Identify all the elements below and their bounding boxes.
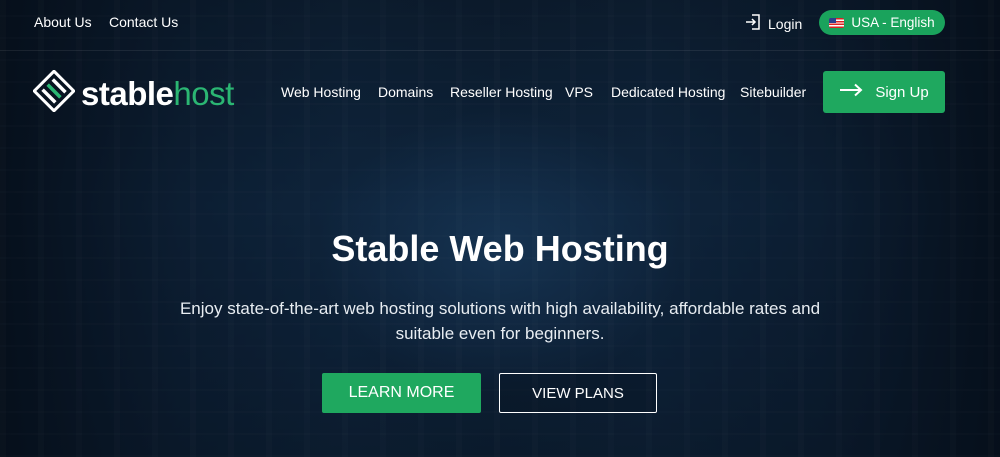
- top-bar: About Us Contact Us Login USA - English: [0, 0, 1000, 51]
- hero-title: Stable Web Hosting: [331, 228, 669, 269]
- us-flag-icon: [829, 17, 845, 28]
- sign-up-label: Sign Up: [875, 83, 929, 101]
- language-label: USA - English: [851, 15, 935, 30]
- nav-dedicated-hosting[interactable]: Dedicated Hosting: [611, 84, 725, 100]
- logo-word-stable: stable: [81, 75, 174, 112]
- nav-sitebuilder[interactable]: Sitebuilder: [740, 84, 806, 100]
- login-icon: [744, 13, 762, 34]
- nav-reseller-hosting[interactable]: Reseller Hosting: [450, 84, 553, 100]
- sign-up-button[interactable]: Sign Up: [823, 71, 945, 113]
- learn-more-button[interactable]: LEARN MORE: [322, 373, 481, 413]
- login-label: Login: [768, 15, 803, 32]
- about-us-link[interactable]: About Us: [34, 14, 92, 30]
- language-selector[interactable]: USA - English: [819, 10, 945, 35]
- nav-web-hosting[interactable]: Web Hosting: [281, 84, 361, 100]
- nav-domains[interactable]: Domains: [378, 84, 433, 100]
- logo-mark-icon: [32, 69, 76, 117]
- logo-wordmark: stablehost: [81, 77, 234, 110]
- logo-word-host: host: [173, 75, 234, 112]
- login-link[interactable]: Login: [744, 13, 802, 34]
- stablehost-logo[interactable]: stablehost: [32, 69, 234, 117]
- arrow-right-icon: [839, 83, 863, 101]
- nav-vps[interactable]: VPS: [565, 84, 593, 100]
- view-plans-button[interactable]: VIEW PLANS: [499, 373, 657, 413]
- contact-us-link[interactable]: Contact Us: [109, 14, 178, 30]
- hero-subtitle: Enjoy state-of-the-art web hosting solut…: [179, 299, 821, 343]
